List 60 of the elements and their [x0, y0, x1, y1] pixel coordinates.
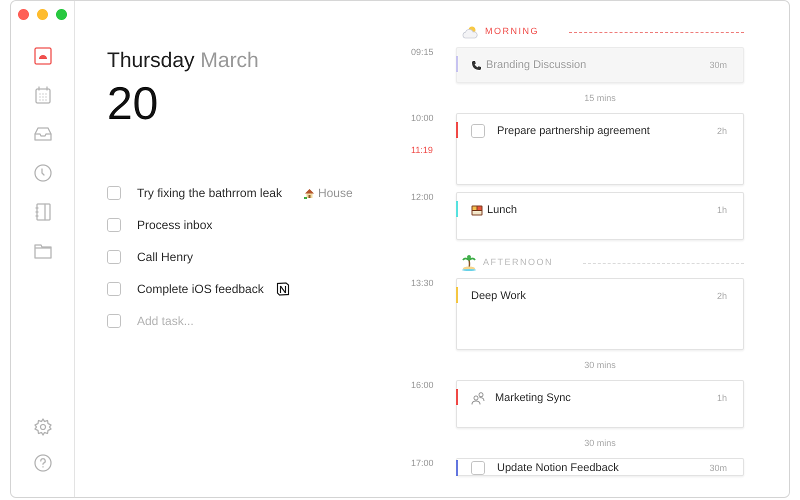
event-duration: 2h [716, 290, 727, 303]
time-label: 13:30 [411, 278, 435, 288]
task-checkbox[interactable] [107, 186, 121, 200]
notebook-icon[interactable] [32, 202, 52, 222]
section-heading: AFTERNOON [483, 256, 554, 270]
time-label: 16:00 [411, 380, 435, 390]
event-title: Lunch [487, 203, 518, 217]
task-checkbox[interactable] [107, 282, 121, 296]
people-icon [471, 392, 485, 404]
house-icon [304, 188, 315, 198]
event-title: Deep Work [471, 289, 527, 303]
task-checkbox[interactable] [107, 250, 121, 264]
minimize-button[interactable] [37, 9, 48, 20]
event-title: Branding Discussion [486, 58, 588, 72]
day-number: 20 [107, 77, 160, 129]
maximize-button[interactable] [56, 9, 67, 20]
event-card[interactable]: Prepare partnership agreement 2h [456, 113, 744, 185]
event-title: Prepare partnership agreement [497, 124, 651, 138]
palm-island-icon [461, 255, 477, 271]
gap-duration: 30 mins [583, 437, 617, 450]
event-card[interactable]: Lunch 1h [456, 192, 744, 240]
event-card[interactable]: Update Notion Feedback 30m [456, 458, 744, 476]
today-icon[interactable] [32, 46, 52, 66]
clock-icon[interactable] [32, 163, 52, 183]
event-card[interactable]: Deep Work 2h [456, 278, 744, 350]
task-label: Complete iOS feedback [137, 281, 264, 298]
gap-duration: 30 mins [583, 359, 617, 372]
event-checkbox[interactable] [471, 124, 485, 138]
time-label: 10:00 [411, 113, 435, 123]
add-task-field[interactable]: Add task... [137, 312, 337, 330]
weekday-heading: Thursday [107, 49, 195, 72]
task-checkbox[interactable] [107, 218, 121, 232]
event-card[interactable]: Marketing Sync 1h [456, 380, 744, 428]
phone-icon [471, 60, 482, 70]
task-label: Try fixing the bathrrom leak [137, 185, 282, 202]
task-label: Call Henry [137, 249, 194, 266]
notebook-logo-icon [276, 282, 290, 296]
close-button[interactable] [18, 9, 29, 20]
settings-icon[interactable] [32, 417, 52, 437]
section-heading: MORNING [485, 25, 539, 38]
cloud-sun-icon [461, 25, 479, 39]
event-duration: 1h [716, 204, 727, 217]
gap-duration: 15 mins [583, 92, 617, 105]
event-checkbox[interactable] [471, 461, 485, 475]
event-duration: 2h [716, 125, 727, 138]
help-icon[interactable] [32, 453, 52, 473]
time-label: 17:00 [411, 458, 435, 468]
month-heading: March [200, 49, 259, 72]
event-duration: 1h [716, 392, 727, 405]
add-task-checkbox[interactable] [107, 314, 121, 328]
time-label: 12:00 [411, 192, 435, 202]
calendar-icon[interactable] [32, 85, 52, 105]
event-duration: 30m [709, 462, 727, 475]
current-time: 11:19 [411, 145, 434, 155]
event-duration: 30m [709, 59, 727, 72]
event-title: Marketing Sync [495, 391, 572, 405]
lunch-box-icon [471, 204, 483, 216]
event-title: Update Notion Feedback [497, 461, 620, 475]
time-label: 09:15 [411, 47, 435, 57]
task-label: Process inbox [137, 217, 212, 234]
